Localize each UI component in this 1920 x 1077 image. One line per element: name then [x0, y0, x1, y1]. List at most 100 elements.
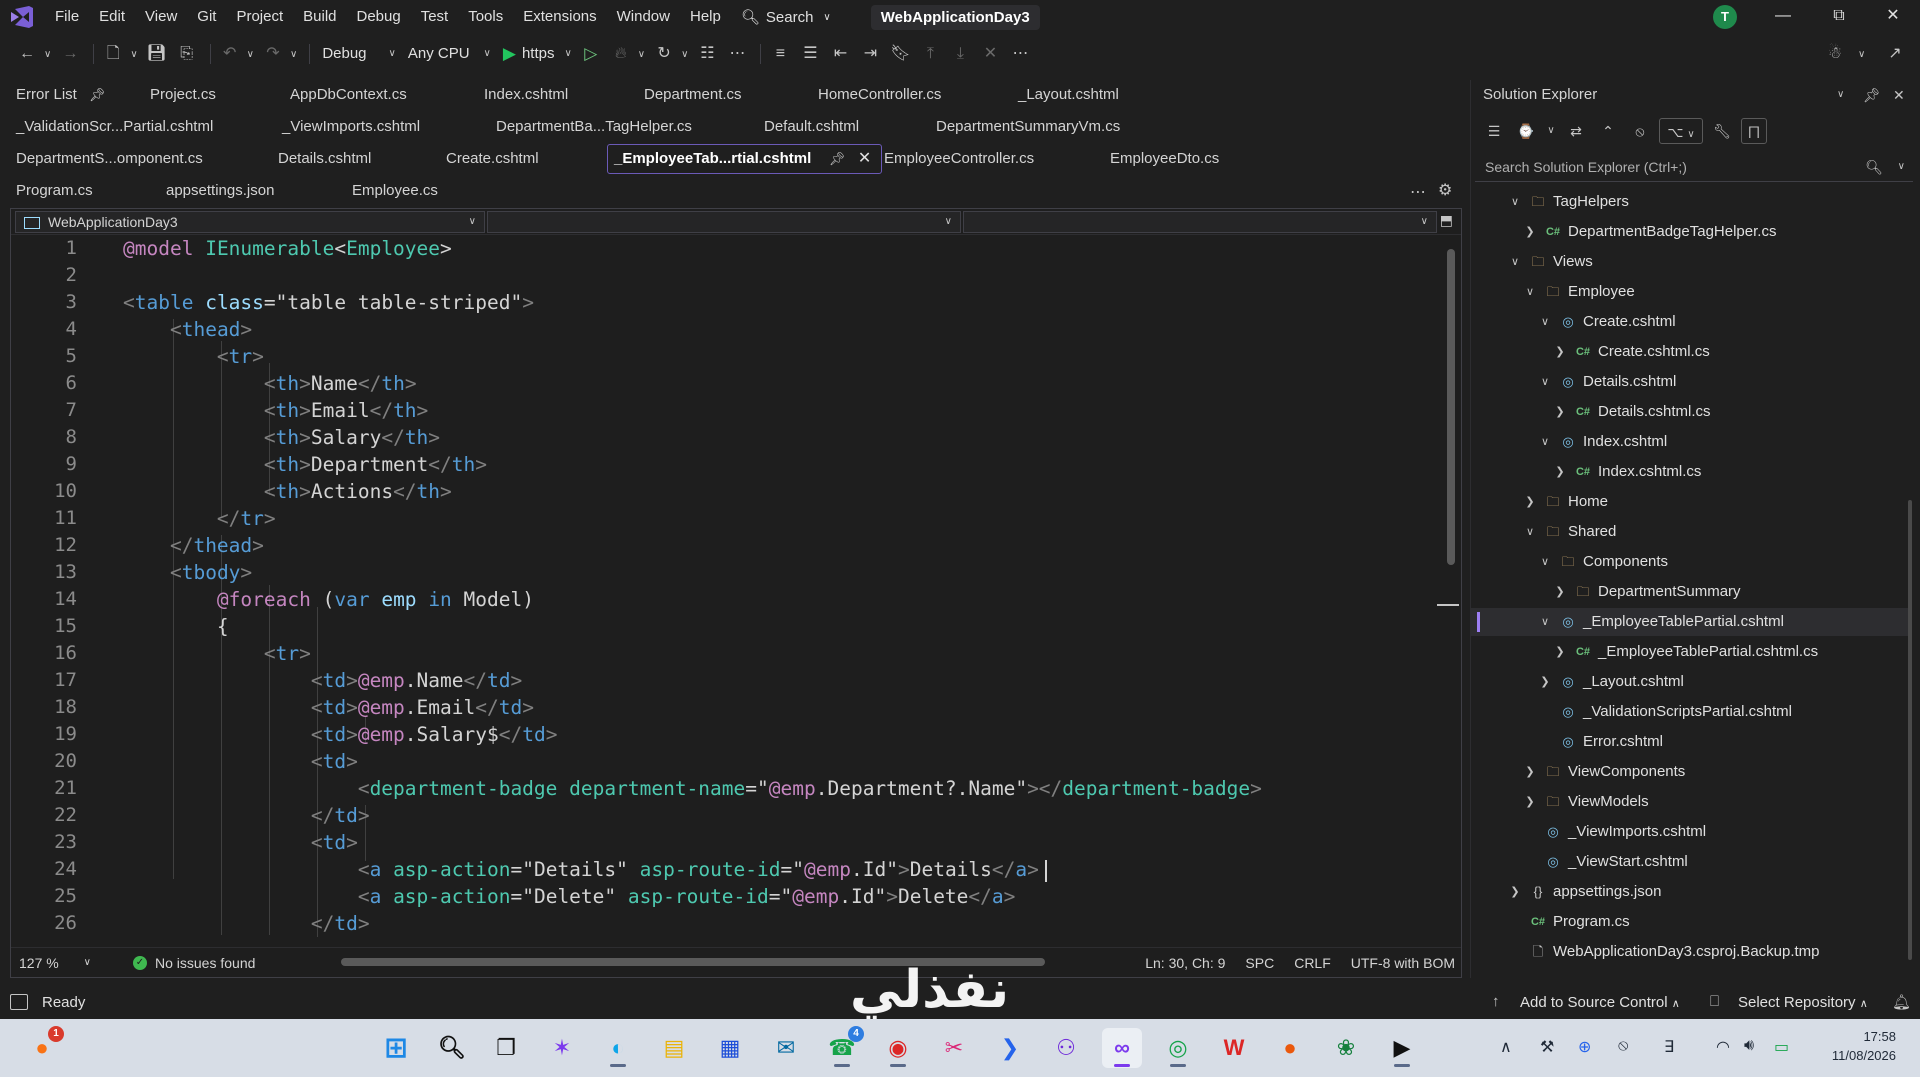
tree-node[interactable]: ∨ ◎ Details.cshtml [1471, 368, 1911, 396]
chevron-right-icon[interactable]: ❯ [1554, 398, 1566, 426]
tab-employeetablepartial-cshtml[interactable]: _EmployeeTab...rtial.cshtml 📌︎ ✕ [607, 144, 883, 174]
menu-file[interactable]: File [45, 0, 89, 34]
browser-link-icon[interactable]: ☷ [694, 41, 720, 67]
menu-debug[interactable]: Debug [347, 0, 411, 34]
tab-departmentsummaryvm-cs[interactable]: DepartmentSummaryVm.cs [930, 114, 1126, 140]
tree-node[interactable]: ∨ 🗀︎ Views [1471, 248, 1911, 276]
vpn-icon[interactable]: ⊕ [1578, 1037, 1591, 1057]
chevron-right-icon[interactable]: ❯ [1509, 878, 1521, 906]
start-debugging-button[interactable]: ▶ https ∨ [497, 40, 578, 68]
tree-node[interactable]: ❯ C# Create.cshtml.cs [1471, 338, 1911, 366]
previous-bookmark-icon[interactable]: ⤒ [917, 41, 943, 67]
chevron-down-icon[interactable]: ∨ [1524, 278, 1536, 306]
whitespace-mode[interactable]: SPC [1245, 955, 1274, 971]
tab-error-list[interactable]: Error List 📌︎ [10, 82, 111, 108]
tree-node[interactable]: ❯ 🗀︎ ViewModels [1471, 788, 1911, 816]
cursor-position[interactable]: Ln: 30, Ch: 9 [1145, 955, 1225, 971]
outlook-icon[interactable]: ✉ [766, 1028, 806, 1068]
tree-node[interactable]: ❯ C# Details.cshtml.cs [1471, 398, 1911, 426]
chevron-right-icon[interactable]: ❯ [1524, 218, 1536, 246]
whatsapp-icon[interactable]: ☎ 4 [822, 1026, 864, 1068]
chevron-down-icon[interactable]: ∨ [1539, 368, 1551, 396]
tab-layout-cshtml[interactable]: _Layout.cshtml [1012, 82, 1125, 108]
system-clock[interactable]: 17:58 11/08/2026 [1808, 1027, 1896, 1065]
gear-icon[interactable]: ⚙ [1438, 180, 1452, 200]
copilot-icon[interactable]: ☃ [1822, 41, 1848, 67]
outdent-icon[interactable]: ⇤ [827, 41, 853, 67]
postman-icon[interactable]: ● [1270, 1028, 1310, 1068]
close-window-button[interactable]: ✕ [1870, 0, 1916, 34]
tab-index-cshtml[interactable]: Index.cshtml [478, 82, 574, 108]
menu-git[interactable]: Git [187, 0, 226, 34]
media-player-icon[interactable]: ▶ [1382, 1028, 1422, 1068]
tree-node[interactable]: ◎ _ViewImports.cshtml [1471, 818, 1911, 846]
tree-node[interactable]: ❯ C# DepartmentBadgeTagHelper.cs [1471, 218, 1911, 246]
tab-default-cshtml[interactable]: Default.cshtml [758, 114, 865, 140]
notifications-bell-icon[interactable]: 🔔︎ [1892, 993, 1911, 1011]
tree-node[interactable]: ∨ 🗀︎ Components [1471, 548, 1911, 576]
pin-icon[interactable]: 📌︎ [1863, 80, 1881, 110]
tree-node[interactable]: 🗋︎ WebApplicationDay3.csproj.Backup.tmp [1471, 938, 1911, 966]
search-icon[interactable]: 🔍︎ [432, 1028, 472, 1068]
tree-node[interactable]: ◎ Error.cshtml [1471, 728, 1911, 756]
chevron-down-icon[interactable]: ∨ [1539, 428, 1551, 456]
chevron-right-icon[interactable]: ❯ [1554, 638, 1566, 666]
pin-icon[interactable]: 📌︎ [89, 87, 106, 102]
add-to-source-control-button[interactable]: Add to Source Control ∧ [1520, 994, 1680, 1011]
tab-departmentsummaryviewcomponent-cs[interactable]: DepartmentS...omponent.cs [10, 146, 209, 172]
tab-overflow-icon[interactable]: ⋯ [1410, 182, 1426, 202]
output-icon[interactable] [10, 994, 28, 1010]
account-avatar[interactable]: T [1713, 5, 1737, 29]
new-item-dropdown-icon[interactable]: ∨ [130, 49, 137, 60]
snipping-tool-icon[interactable]: ✂ [934, 1028, 974, 1068]
chevron-right-icon[interactable]: ❯ [1539, 668, 1551, 696]
type-dropdown[interactable]: ∨ [487, 211, 961, 233]
menu-build[interactable]: Build [293, 0, 346, 34]
chevron-right-icon[interactable]: ❯ [1554, 578, 1566, 606]
file-encoding[interactable]: UTF-8 with BOM [1351, 955, 1455, 971]
more-options-icon[interactable]: ⋯ [724, 41, 750, 67]
tree-node[interactable]: ❯ C# _EmployeeTablePartial.cshtml.cs [1471, 638, 1911, 666]
tree-node[interactable]: ◎ _ViewStart.cshtml [1471, 848, 1911, 876]
visual-studio-logo-icon[interactable] [9, 6, 35, 28]
tab-employee-cs[interactable]: Employee.cs [346, 178, 444, 204]
chevron-down-icon[interactable]: ∨ [1545, 118, 1557, 144]
save-icon[interactable]: 💾︎ [144, 41, 170, 67]
preview-selected-icon[interactable]: ⨅ [1741, 118, 1767, 144]
chevron-down-icon[interactable]: ∨ [1509, 248, 1521, 276]
tree-node[interactable]: ❯ ◎ _Layout.cshtml [1471, 668, 1911, 696]
clear-bookmarks-icon[interactable]: ✕ [977, 41, 1003, 67]
chevron-down-icon[interactable]: ∨ [1837, 80, 1844, 110]
bookmark-icon[interactable]: 🔖︎ [887, 41, 913, 67]
tab-details-cshtml[interactable]: Details.cshtml [272, 146, 377, 172]
tree-node[interactable]: ◎ _ValidationScriptsPartial.cshtml [1471, 698, 1911, 726]
hot-reload-dropdown-icon[interactable]: ∨ [638, 49, 645, 60]
comment-icon[interactable]: ≡ [767, 41, 793, 67]
tree-node[interactable]: ∨ ◎ Index.cshtml [1471, 428, 1911, 456]
file-explorer-icon[interactable]: ▤ [654, 1028, 694, 1068]
battery-icon[interactable]: ▭ [1774, 1037, 1789, 1057]
mongodb-icon[interactable]: ❀ [1326, 1028, 1366, 1068]
edge-browser-icon[interactable]: ◐ [598, 1028, 638, 1068]
start-menu-icon[interactable]: ⊞ [376, 1028, 416, 1068]
chevron-right-icon[interactable]: ❯ [1554, 338, 1566, 366]
restore-button[interactable]: ⧉ [1816, 0, 1862, 34]
chevron-right-icon[interactable]: ❯ [1524, 788, 1536, 816]
tree-node[interactable]: ❯ {} appsettings.json [1471, 878, 1911, 906]
menu-edit[interactable]: Edit [89, 0, 135, 34]
sync-with-document-icon[interactable]: ⇄ [1563, 118, 1589, 144]
tree-node[interactable]: C# Program.cs [1471, 908, 1911, 936]
minimize-button[interactable]: — [1760, 0, 1806, 34]
chevron-right-icon[interactable]: ❯ [1524, 758, 1536, 786]
project-dropdown[interactable]: WebApplicationDay3 ∨ [15, 211, 485, 233]
chevron-down-icon[interactable]: ∨ [1524, 518, 1536, 546]
close-icon[interactable]: ✕ [1893, 80, 1905, 110]
menu-view[interactable]: View [135, 0, 187, 34]
collapse-all-icon[interactable]: ⌃ [1595, 118, 1621, 144]
tab-departmentbadgetaghelper-cs[interactable]: DepartmentBa...TagHelper.cs [490, 114, 698, 140]
refresh-dropdown-icon[interactable]: ∨ [681, 49, 688, 60]
solution-explorer-search[interactable]: Search Solution Explorer (Ctrl+;) 🔍︎ ∨ [1475, 152, 1913, 182]
show-all-files-icon[interactable]: ⦸ [1627, 118, 1653, 144]
wifi-icon[interactable]: ◠ [1716, 1037, 1730, 1057]
new-item-icon[interactable]: 🗋︎ [100, 41, 126, 67]
